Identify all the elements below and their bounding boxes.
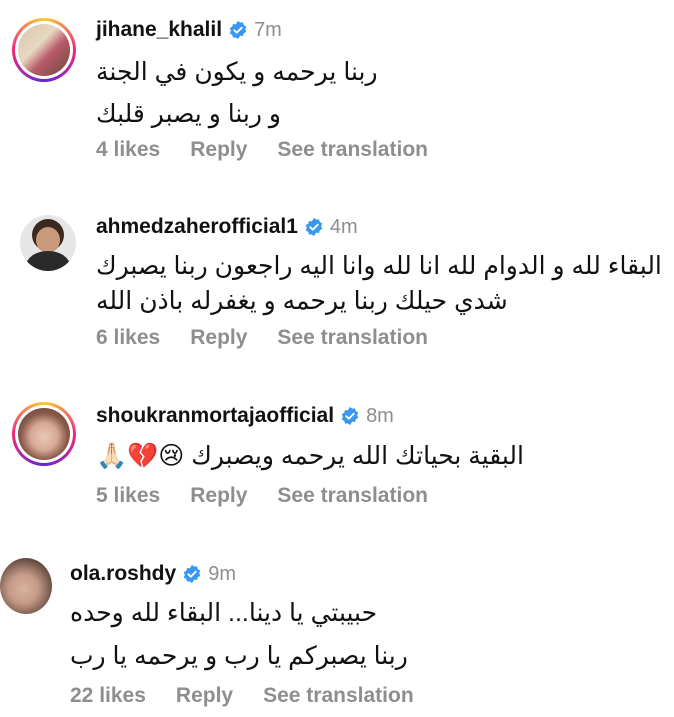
timestamp: 9m (208, 562, 236, 585)
verified-badge-icon (305, 217, 323, 237)
comment-text-line: ربنا يصبركم يا رب و يرحمه يا رب (70, 642, 408, 670)
verified-badge-icon (341, 406, 359, 426)
verified-badge-icon (183, 564, 201, 584)
reply-button[interactable]: Reply (190, 138, 247, 162)
avatar[interactable] (20, 215, 76, 271)
comment-text-line: البقاء لله و الدوام لله انا لله وانا الي… (96, 252, 662, 280)
see-translation-button[interactable]: See translation (277, 326, 428, 350)
timestamp: 8m (366, 404, 394, 427)
reply-button[interactable]: Reply (176, 684, 233, 708)
avatar[interactable] (12, 402, 76, 466)
username[interactable]: shoukranmortajaofficial (96, 404, 334, 428)
likes-count[interactable]: 6 likes (96, 326, 160, 350)
see-translation-button[interactable]: See translation (277, 484, 428, 508)
avatar[interactable] (12, 18, 76, 82)
username[interactable]: jihane_khalil (96, 18, 222, 42)
verified-badge-icon (229, 20, 247, 40)
comment-text-line: البقية بحياتك الله يرحمه ويصبرك 😢💔🙏🏻 (96, 442, 524, 470)
username[interactable]: ola.roshdy (70, 562, 176, 586)
reply-button[interactable]: Reply (190, 326, 247, 350)
comment-text-line: و ربنا و يصبر قلبك (96, 100, 281, 128)
comment-text-line: ربنا يرحمه و يكون في الجنة (96, 58, 378, 86)
likes-count[interactable]: 22 likes (70, 684, 146, 708)
timestamp: 4m (329, 215, 358, 238)
comment-text-line: حبيبتي يا دينا... البقاء لله وحده (70, 599, 378, 627)
see-translation-button[interactable]: See translation (263, 684, 414, 708)
see-translation-button[interactable]: See translation (277, 138, 428, 162)
comment-text-line: شدي حيلك ربنا يرحمه و يغفرله باذن الله (96, 287, 508, 315)
username[interactable]: ahmedzaherofficial1 (96, 215, 298, 239)
timestamp: 7m (254, 18, 282, 41)
avatar[interactable] (0, 558, 52, 614)
likes-count[interactable]: 5 likes (96, 484, 160, 508)
likes-count[interactable]: 4 likes (96, 138, 160, 162)
reply-button[interactable]: Reply (190, 484, 247, 508)
